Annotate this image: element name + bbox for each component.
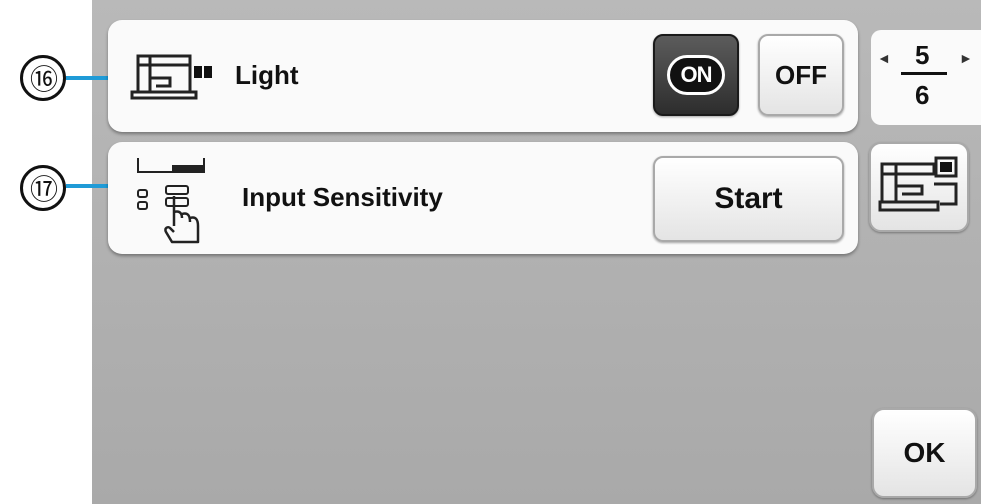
embroidery-machine-icon (878, 156, 958, 212)
callout-16: ⑯ (20, 55, 66, 101)
page-indicator: ◄ 5 6 ► (871, 30, 981, 125)
next-page-icon[interactable]: ► (959, 50, 973, 66)
light-on-button[interactable]: ON (653, 34, 739, 116)
on-label: ON (667, 55, 725, 95)
total-pages: 6 (915, 80, 930, 110)
page-divider (901, 72, 947, 75)
light-label: Light (235, 60, 299, 90)
embroidery-mode-button[interactable] (869, 142, 969, 232)
light-setting-row: Light ON OFF (108, 20, 858, 132)
sensitivity-start-button[interactable]: Start (653, 156, 844, 242)
current-page: 5 (915, 40, 930, 70)
prev-page-icon[interactable]: ◄ (877, 50, 891, 66)
input-sensitivity-row: Input Sensitivity Start (108, 142, 858, 254)
callout-17: ⑰ (20, 165, 66, 211)
off-label: OFF (775, 59, 827, 90)
start-label: Start (714, 182, 783, 215)
ok-label: OK (903, 437, 946, 468)
machine-light-icon (130, 54, 212, 100)
light-off-button[interactable]: OFF (758, 34, 844, 116)
touch-sensitivity-icon (137, 158, 205, 244)
input-sensitivity-label: Input Sensitivity (242, 182, 443, 212)
ok-button[interactable]: OK (872, 408, 977, 498)
